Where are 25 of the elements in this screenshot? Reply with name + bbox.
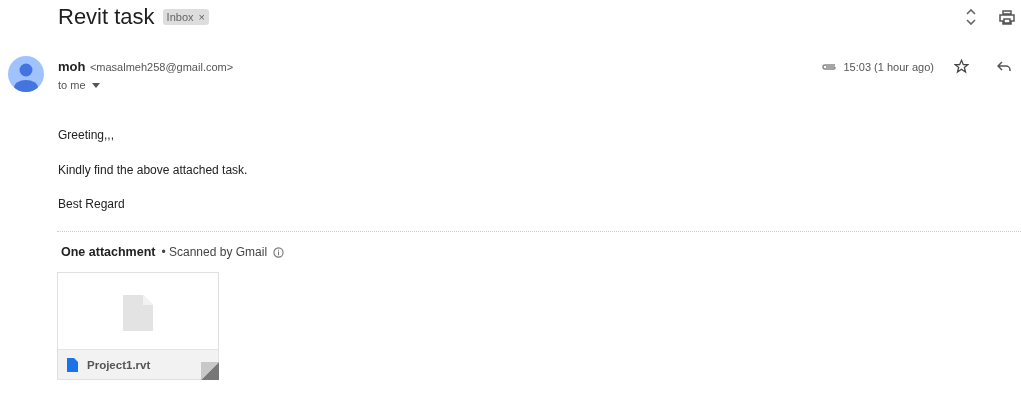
inbox-label[interactable]: Inbox × <box>162 9 209 25</box>
paperclip-icon <box>821 62 838 71</box>
attachment-card[interactable]: Project1.rvt <box>57 272 219 380</box>
body-paragraph: Kindly find the above attached task. <box>58 163 249 177</box>
star-icon[interactable] <box>954 59 969 74</box>
file-icon <box>123 295 153 331</box>
attachments-title: One attachment <box>61 245 156 259</box>
body-paragraph: Best Regard <box>58 197 126 211</box>
email-subject: Revit task <box>58 4 155 30</box>
info-icon[interactable] <box>273 246 285 258</box>
recipient-text: to me <box>58 79 86 91</box>
expand-collapse-icon[interactable] <box>965 8 977 26</box>
print-icon[interactable] <box>999 9 1015 25</box>
document-icon <box>67 357 78 372</box>
attachment-name: Project1.rvt <box>87 358 151 371</box>
remove-label-button[interactable]: × <box>198 11 205 23</box>
dropdown-icon[interactable] <box>91 82 100 88</box>
scan-note: • Scanned by Gmail <box>161 245 268 259</box>
timestamp: 15:03 (1 hour ago) <box>843 60 934 73</box>
page-fold-icon <box>201 362 219 380</box>
avatar-icon <box>8 56 44 92</box>
body-paragraph: Greeting,,, <box>58 128 116 142</box>
reply-icon[interactable] <box>997 61 1011 72</box>
sender-name: moh <box>58 59 86 74</box>
sender-email: <masalmeh258@gmail.com> <box>89 61 234 73</box>
